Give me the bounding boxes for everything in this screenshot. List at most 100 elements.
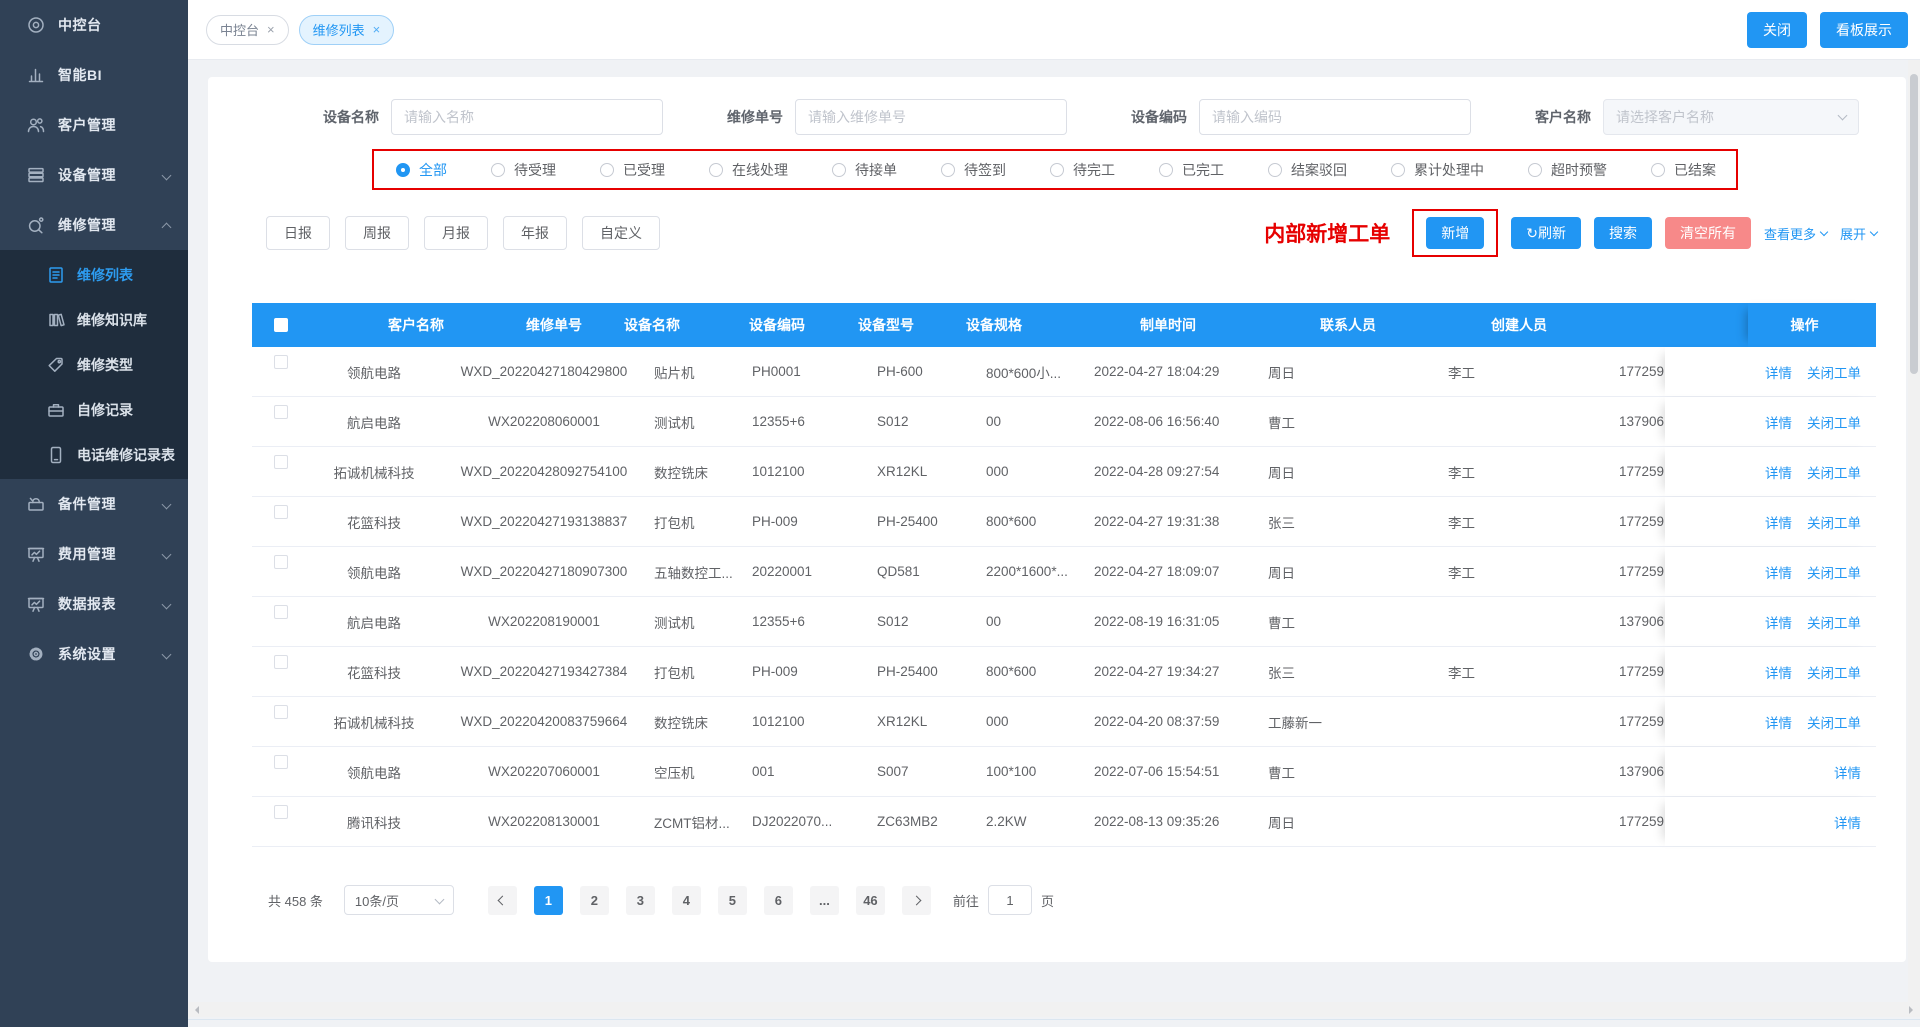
- device-name-input[interactable]: [391, 99, 663, 135]
- tab-console[interactable]: 中控台 ×: [206, 15, 289, 45]
- page-button[interactable]: 5: [718, 886, 747, 915]
- tab-repair-list[interactable]: 维修列表 ×: [299, 15, 395, 45]
- goto-page-input[interactable]: [988, 885, 1032, 915]
- report-tab-button[interactable]: 自定义: [582, 216, 660, 250]
- refresh-button[interactable]: ↻刷新: [1511, 217, 1581, 249]
- status-radio[interactable]: 累计处理中: [1391, 160, 1484, 180]
- sidebar-item-data-report[interactable]: 数据报表: [0, 579, 188, 629]
- row-checkbox[interactable]: [252, 697, 310, 719]
- board-display-button[interactable]: 看板展示: [1820, 12, 1908, 48]
- status-radio[interactable]: 已受理: [600, 160, 665, 180]
- page-button[interactable]: 2: [580, 886, 609, 915]
- close-order-link[interactable]: 关闭工单: [1807, 612, 1861, 632]
- sidebar-item-repair-type[interactable]: 维修类型: [0, 342, 188, 387]
- scroll-right-arrow-icon[interactable]: [1909, 1006, 1917, 1014]
- row-checkbox[interactable]: [252, 447, 310, 469]
- detail-link[interactable]: 详情: [1765, 562, 1792, 582]
- view-more-link[interactable]: 查看更多: [1764, 224, 1827, 243]
- sidebar-item-spare-parts[interactable]: 备件管理: [0, 479, 188, 529]
- detail-link[interactable]: 详情: [1765, 512, 1792, 532]
- sidebar-item-bi[interactable]: 智能BI: [0, 50, 188, 100]
- close-order-link[interactable]: 关闭工单: [1807, 712, 1861, 732]
- row-checkbox[interactable]: [252, 347, 310, 369]
- sidebar-item-knowledge-base[interactable]: 维修知识库: [0, 297, 188, 342]
- sidebar-item-equipment[interactable]: 设备管理: [0, 150, 188, 200]
- tab-close-icon[interactable]: ×: [267, 22, 275, 37]
- row-checkbox[interactable]: [252, 597, 310, 619]
- cell-device-name: 空压机: [650, 762, 748, 782]
- status-radio[interactable]: 全部: [396, 160, 447, 180]
- detail-link[interactable]: 详情: [1834, 812, 1861, 832]
- sidebar-item-phone-records[interactable]: 电话维修记录表: [0, 432, 188, 477]
- scrollbar-thumb[interactable]: [1910, 74, 1918, 374]
- page-button[interactable]: 3: [626, 886, 655, 915]
- sidebar-item-customers[interactable]: 客户管理: [0, 100, 188, 150]
- detail-link[interactable]: 详情: [1765, 712, 1792, 732]
- row-checkbox[interactable]: [252, 647, 310, 669]
- prev-page-button[interactable]: [488, 886, 517, 915]
- select-all-checkbox[interactable]: [252, 318, 310, 332]
- add-button[interactable]: 新增: [1426, 217, 1484, 249]
- close-order-link[interactable]: 关闭工单: [1807, 462, 1861, 482]
- status-radio[interactable]: 已结案: [1651, 160, 1716, 180]
- row-checkbox[interactable]: [252, 547, 310, 569]
- page-button[interactable]: 4: [672, 886, 701, 915]
- cell-contact: 周日: [1264, 812, 1444, 832]
- report-tab-button[interactable]: 年报: [503, 216, 567, 250]
- device-code-input[interactable]: [1199, 99, 1471, 135]
- close-button[interactable]: 关闭: [1747, 12, 1807, 48]
- close-order-link[interactable]: 关闭工单: [1807, 412, 1861, 432]
- sidebar-item-repair[interactable]: 维修管理: [0, 200, 188, 250]
- detail-link[interactable]: 详情: [1765, 662, 1792, 682]
- expand-link[interactable]: 展开: [1840, 224, 1877, 243]
- report-tab-button[interactable]: 月报: [424, 216, 488, 250]
- search-button[interactable]: 搜索: [1594, 217, 1652, 249]
- close-order-link[interactable]: 关闭工单: [1807, 512, 1861, 532]
- clear-all-button[interactable]: 清空所有: [1665, 217, 1751, 249]
- page-size-select[interactable]: 10条/页: [344, 885, 454, 915]
- row-checkbox[interactable]: [252, 747, 310, 769]
- cell-device-spec: 800*600: [982, 514, 1090, 529]
- status-radio[interactable]: 在线处理: [709, 160, 788, 180]
- page-button[interactable]: 1: [534, 886, 563, 915]
- report-tab-button[interactable]: 日报: [266, 216, 330, 250]
- row-checkbox[interactable]: [252, 397, 310, 419]
- sidebar-item-console[interactable]: 中控台: [0, 0, 188, 50]
- page-button[interactable]: 6: [764, 886, 793, 915]
- sidebar-item-self-repair[interactable]: 自修记录: [0, 387, 188, 432]
- detail-link[interactable]: 详情: [1765, 412, 1792, 432]
- row-checkbox[interactable]: [252, 497, 310, 519]
- status-radio[interactable]: 结案驳回: [1268, 160, 1347, 180]
- sidebar-item-repair-list[interactable]: 维修列表: [0, 252, 188, 297]
- next-page-button[interactable]: [902, 886, 931, 915]
- cell-customer: 领航电路: [310, 562, 438, 582]
- detail-link[interactable]: 详情: [1765, 362, 1792, 382]
- page-button[interactable]: 46: [856, 886, 885, 915]
- status-radio[interactable]: 待受理: [491, 160, 556, 180]
- sidebar-item-cost[interactable]: 费用管理: [0, 529, 188, 579]
- sidebar-item-settings[interactable]: 系统设置: [0, 629, 188, 679]
- close-order-link[interactable]: 关闭工单: [1807, 662, 1861, 682]
- detail-link[interactable]: 详情: [1765, 462, 1792, 482]
- tab-close-icon[interactable]: ×: [373, 22, 381, 37]
- horizontal-scrollbar[interactable]: [188, 1002, 1920, 1017]
- toolbar: 内部新增工单 新增 ↻刷新 搜索 清空所有 查看更多 展开: [1264, 208, 1877, 258]
- status-radio[interactable]: 已完工: [1159, 160, 1224, 180]
- detail-link[interactable]: 详情: [1834, 762, 1861, 782]
- status-radio[interactable]: 待签到: [941, 160, 1006, 180]
- row-checkbox[interactable]: [252, 797, 310, 819]
- customer-name-select[interactable]: 请选择客户名称: [1603, 99, 1859, 135]
- radio-icon: [1159, 163, 1173, 177]
- status-radio[interactable]: 待接单: [832, 160, 897, 180]
- close-order-link[interactable]: 关闭工单: [1807, 362, 1861, 382]
- scroll-left-arrow-icon[interactable]: [191, 1006, 199, 1014]
- close-order-link[interactable]: 关闭工单: [1807, 562, 1861, 582]
- report-tab-button[interactable]: 周报: [345, 216, 409, 250]
- status-radio[interactable]: 超时预警: [1528, 160, 1607, 180]
- status-radio[interactable]: 待完工: [1050, 160, 1115, 180]
- order-no-input[interactable]: [795, 99, 1067, 135]
- radio-icon: [396, 163, 410, 177]
- detail-link[interactable]: 详情: [1765, 612, 1792, 632]
- page-button[interactable]: ...: [810, 886, 839, 915]
- vertical-scrollbar[interactable]: [1908, 60, 1920, 1002]
